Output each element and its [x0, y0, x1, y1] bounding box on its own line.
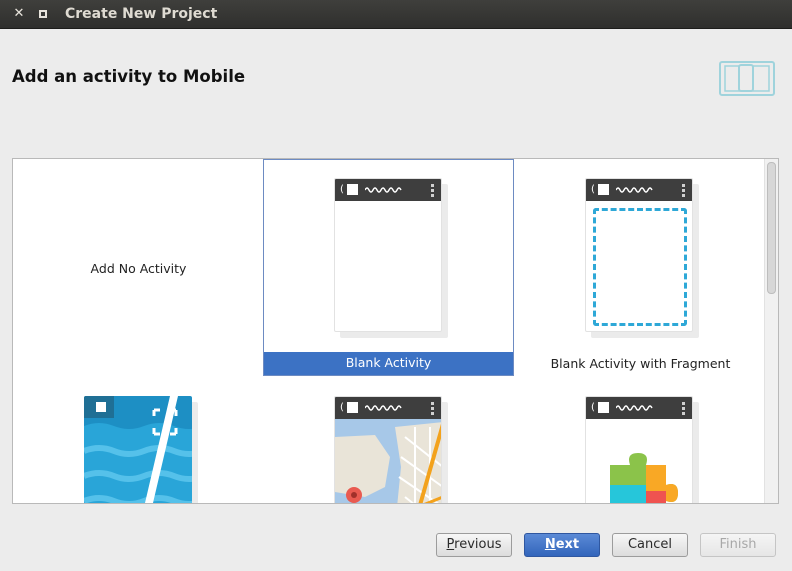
- previous-mnemonic: P: [446, 537, 455, 552]
- title-bar: ✕ Create New Project: [0, 0, 792, 29]
- close-window-button[interactable]: ✕: [12, 7, 26, 21]
- window-title: Create New Project: [65, 6, 218, 22]
- maps-thumbnail: (: [334, 396, 448, 503]
- fragment-thumbnail: (: [585, 178, 699, 338]
- tile-label: Blank Activity: [264, 352, 513, 375]
- overflow-menu-icon: [431, 402, 434, 415]
- tile-label: Blank Activity with Fragment: [550, 356, 731, 371]
- previous-label: revious: [454, 537, 502, 552]
- scrollbar-thumb[interactable]: [767, 162, 776, 294]
- overflow-menu-icon: [682, 184, 685, 197]
- action-bar: (: [335, 397, 441, 419]
- gallery-scrollbar[interactable]: [764, 159, 778, 503]
- tile-play-services-activity[interactable]: (: [515, 378, 766, 503]
- cancel-button[interactable]: Cancel: [612, 533, 688, 557]
- tablet-phone-icon: [719, 61, 775, 96]
- overflow-menu-icon: [431, 184, 434, 197]
- puzzle-piece-icon: [610, 453, 678, 503]
- tile-blank-activity-with-fragment[interactable]: ( Blank Activity with Fragment: [515, 159, 766, 376]
- action-bar: (: [586, 397, 692, 419]
- tile-fullscreen-activity[interactable]: [13, 378, 264, 503]
- blank-activity-thumbnail: (: [334, 178, 448, 338]
- action-bar: (: [335, 179, 441, 201]
- next-mnemonic: N: [544, 537, 556, 552]
- play-services-thumbnail: (: [585, 396, 699, 503]
- tile-add-no-activity[interactable]: Add No Activity: [13, 159, 264, 376]
- action-bar: (: [586, 179, 692, 201]
- next-label: ext: [555, 537, 580, 552]
- fragment-placeholder: [593, 208, 687, 326]
- fullscreen-thumbnail: [84, 396, 198, 503]
- previous-button[interactable]: Previous: [436, 533, 512, 557]
- overflow-menu-icon: [682, 402, 685, 415]
- header: Add an activity to Mobile: [0, 29, 792, 128]
- activity-gallery[interactable]: Add No Activity ( Blank Activity (Blank…: [12, 158, 779, 504]
- tile-maps-activity[interactable]: (: [263, 378, 514, 503]
- finish-button[interactable]: Finish: [700, 533, 776, 557]
- tile-blank-activity[interactable]: ( Blank Activity: [263, 159, 514, 376]
- fullscreen-image: [84, 396, 192, 503]
- page-title: Add an activity to Mobile: [12, 67, 246, 86]
- maximize-window-button[interactable]: [36, 7, 50, 21]
- close-icon: ✕: [13, 6, 25, 21]
- maximize-icon: [39, 10, 47, 18]
- tile-label: Add No Activity: [90, 261, 187, 276]
- next-button[interactable]: Next: [524, 533, 600, 557]
